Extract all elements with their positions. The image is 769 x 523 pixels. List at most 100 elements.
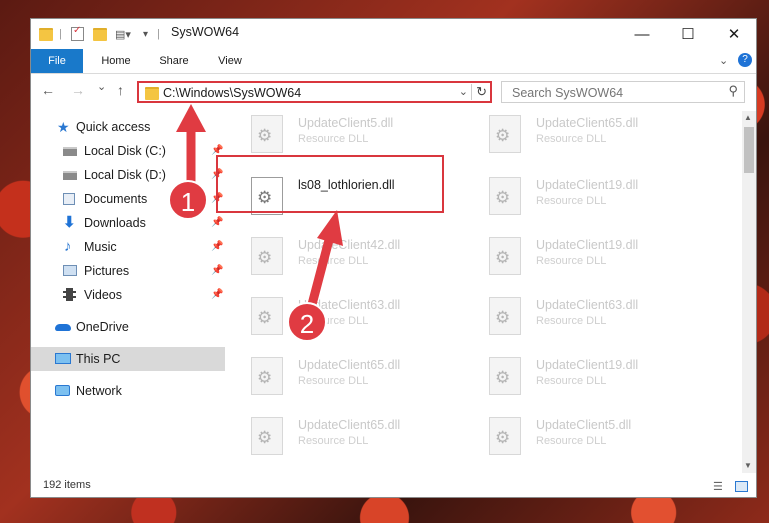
recent-locations-button[interactable]: ⌄ xyxy=(97,80,106,93)
sidebar-item-label: Pictures xyxy=(84,264,130,278)
file-name: UpdateClient63.dll xyxy=(536,298,639,312)
properties-icon[interactable]: ✓ xyxy=(71,25,84,43)
back-button[interactable]: ← xyxy=(41,82,55,98)
file-type: Resource DLL xyxy=(298,133,369,145)
tab-home[interactable]: Home xyxy=(91,49,141,73)
address-dropdown-icon[interactable]: ⌄ xyxy=(459,85,468,98)
file-name: UpdateClient65.dll xyxy=(298,418,401,432)
close-button[interactable]: ✕ xyxy=(711,19,757,49)
file-item[interactable]: UpdateClient63.dll Resource DLL xyxy=(227,293,457,341)
window-title: SysWOW64 xyxy=(171,25,240,39)
sidebar-item-quick-access[interactable]: ★ Quick access xyxy=(31,115,225,139)
maximize-button[interactable]: ☐ xyxy=(665,19,711,49)
pin-icon[interactable]: 📌 xyxy=(211,283,223,307)
sidebar-item-network[interactable]: Network xyxy=(31,379,225,403)
sidebar-item-label: Documents xyxy=(84,192,148,206)
file-name: UpdateClient65.dll xyxy=(298,358,401,372)
address-bar[interactable]: C:\Windows\SysWOW64 ⌄ ↻ xyxy=(137,81,492,103)
file-item[interactable]: UpdateClient65.dll Resource DLL xyxy=(227,353,457,401)
search-icon[interactable]: ⚲ xyxy=(728,83,738,99)
explorer-window: | ✓ ▤▾ ▾ | SysWOW64 — ☐ ✕ File Home Shar… xyxy=(30,18,757,498)
dll-file-icon xyxy=(251,417,283,455)
dll-file-icon xyxy=(489,177,521,215)
file-item[interactable]: UpdateClient65.dll Resource DLL xyxy=(465,111,695,159)
folder-icon xyxy=(145,87,159,100)
file-type: Resource DLL xyxy=(536,435,607,447)
dll-file-icon xyxy=(489,115,521,153)
file-name: UpdateClient19.dll xyxy=(536,238,639,252)
dll-file-icon xyxy=(251,115,283,153)
file-name: UpdateClient19.dll xyxy=(536,358,639,372)
vertical-scrollbar[interactable]: ▲ ▼ xyxy=(742,111,756,473)
sidebar-item-music[interactable]: ♪ Music 📌 xyxy=(31,235,225,259)
file-item[interactable]: UpdateClient42.dll Resource DLL xyxy=(227,233,457,281)
sidebar-item-label: Downloads xyxy=(84,216,146,230)
minimize-button[interactable]: — xyxy=(619,19,665,49)
file-name: UpdateClient5.dll xyxy=(298,116,394,130)
pin-icon[interactable]: 📌 xyxy=(211,211,223,235)
chevron-down-icon[interactable]: ⌄ xyxy=(719,54,728,67)
dll-file-icon xyxy=(489,237,521,275)
new-folder-icon[interactable] xyxy=(93,25,107,43)
file-item[interactable]: UpdateClient19.dll Resource DLL xyxy=(465,353,695,401)
sidebar-item-onedrive[interactable]: OneDrive xyxy=(31,315,225,339)
scroll-up-icon[interactable]: ▲ xyxy=(744,113,752,122)
file-name: UpdateClient5.dll xyxy=(536,418,632,432)
file-name: UpdateClient42.dll xyxy=(298,238,401,252)
pin-icon[interactable]: 📌 xyxy=(211,235,223,259)
cloud-icon xyxy=(55,324,71,331)
sidebar-item-this-pc[interactable]: This PC xyxy=(31,347,225,371)
file-item[interactable]: UpdateClient19.dll Resource DLL xyxy=(465,173,695,221)
tab-file[interactable]: File xyxy=(31,49,83,73)
tab-view[interactable]: View xyxy=(205,49,255,73)
search-box[interactable]: ⚲ xyxy=(501,81,745,103)
sidebar-item-label: OneDrive xyxy=(76,320,129,334)
monitor-icon xyxy=(55,353,71,364)
folder-icon xyxy=(39,25,53,43)
pin-icon[interactable]: 📌 xyxy=(211,259,223,283)
tab-share[interactable]: Share xyxy=(149,49,199,73)
sidebar-item-local-disk-c[interactable]: Local Disk (C:) 📌 xyxy=(31,139,225,163)
customize-toolbar-icon[interactable]: ▤▾ xyxy=(115,25,131,43)
refresh-icon[interactable]: ↻ xyxy=(471,84,487,100)
forward-button[interactable]: → xyxy=(71,82,85,98)
search-input[interactable] xyxy=(510,85,714,101)
file-type: Resource DLL xyxy=(536,255,607,267)
dll-file-icon xyxy=(251,297,283,335)
scroll-down-icon[interactable]: ▼ xyxy=(744,461,752,470)
file-item[interactable]: UpdateClient65.dll Resource DLL xyxy=(227,413,457,461)
scrollbar-thumb[interactable] xyxy=(744,127,754,173)
sidebar-item-label: Music xyxy=(84,240,117,254)
step-1-badge: 1 xyxy=(168,180,208,220)
star-icon: ★ xyxy=(57,119,70,135)
sidebar-item-pictures[interactable]: Pictures 📌 xyxy=(31,259,225,283)
file-item[interactable]: UpdateClient5.dll Resource DLL xyxy=(465,413,695,461)
separator: | xyxy=(157,28,160,40)
file-item[interactable]: UpdateClient5.dll Resource DLL xyxy=(227,111,457,159)
details-view-icon[interactable]: ☰ xyxy=(713,480,723,493)
film-icon xyxy=(63,288,76,301)
download-arrow-icon: ⬇ xyxy=(63,214,76,231)
file-item[interactable]: UpdateClient19.dll Resource DLL xyxy=(465,233,695,281)
music-note-icon: ♪ xyxy=(64,238,72,255)
file-type: Resource DLL xyxy=(536,195,607,207)
sidebar-item-label: Quick access xyxy=(76,120,151,134)
quick-access-dropdown-icon[interactable]: ▾ xyxy=(143,25,148,43)
large-icons-view-icon[interactable] xyxy=(735,481,748,492)
file-type: Resource DLL xyxy=(536,375,607,387)
navigation-bar: ← → ⌄ ↑ C:\Windows\SysWOW64 ⌄ ↻ ⚲ xyxy=(31,74,756,108)
dll-file-icon xyxy=(489,417,521,455)
address-path[interactable]: C:\Windows\SysWOW64 xyxy=(163,86,301,100)
dll-file-icon xyxy=(489,357,521,395)
file-item[interactable]: UpdateClient63.dll Resource DLL xyxy=(465,293,695,341)
dll-file-icon xyxy=(251,237,283,275)
file-name: UpdateClient19.dll xyxy=(536,178,639,192)
sidebar-item-videos[interactable]: Videos 📌 xyxy=(31,283,225,307)
dll-file-icon xyxy=(489,297,521,335)
up-button[interactable]: ↑ xyxy=(117,82,124,98)
title-bar: | ✓ ▤▾ ▾ | SysWOW64 — ☐ ✕ xyxy=(31,19,756,49)
file-name: UpdateClient65.dll xyxy=(536,116,639,130)
help-button[interactable]: ? xyxy=(738,53,752,67)
ribbon-tabs: File Home Share View ⌄ ? xyxy=(31,49,756,74)
network-icon xyxy=(55,385,70,396)
